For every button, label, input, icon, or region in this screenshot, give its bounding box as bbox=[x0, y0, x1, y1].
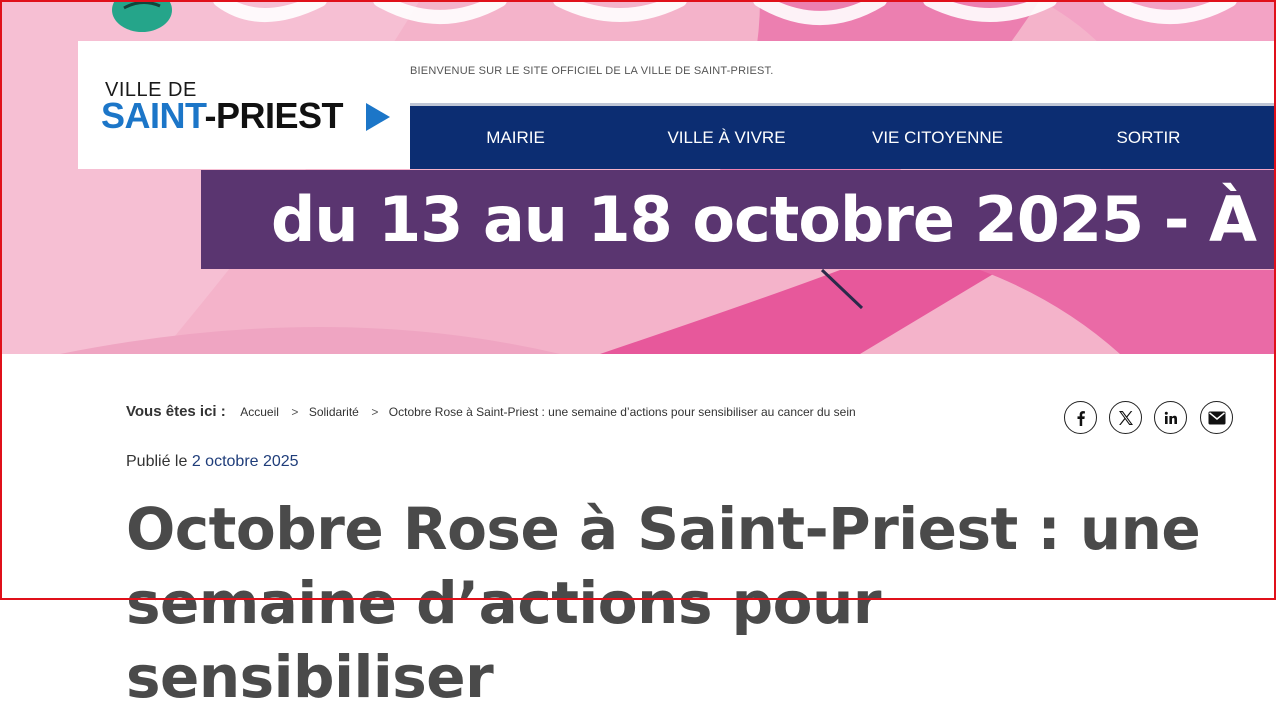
share-x-button[interactable] bbox=[1109, 401, 1142, 434]
logo-part2: -PRIEST bbox=[204, 95, 344, 136]
welcome-text: BIENVENUE SUR LE SITE OFFICIEL DE LA VIL… bbox=[410, 65, 774, 77]
facebook-icon bbox=[1077, 410, 1085, 426]
nav-item-sortir[interactable]: SORTIR bbox=[1043, 106, 1254, 169]
published-date-value: 2 octobre 2025 bbox=[191, 453, 299, 470]
published-date: Publié le 2 octobre 2025 bbox=[126, 453, 299, 471]
hero-date-band: du 13 au 18 octobre 2025 - À SAINT bbox=[201, 170, 1276, 269]
nav-item-ville-a-vivre[interactable]: VILLE À VIVRE bbox=[621, 106, 832, 169]
page-title: Octobre Rose à Saint-Priest : une semain… bbox=[126, 495, 1201, 711]
email-icon bbox=[1208, 411, 1225, 424]
site-logo[interactable]: VILLE DE SAINT-PRIEST bbox=[78, 41, 410, 169]
logo-arrow-icon bbox=[366, 103, 390, 131]
breadcrumb-label: Vous êtes ici : bbox=[126, 403, 226, 420]
published-prefix: Publié le bbox=[126, 453, 188, 470]
share-linkedin-button[interactable] bbox=[1154, 401, 1187, 434]
breadcrumb-link-solidarite[interactable]: Solidarité bbox=[309, 405, 359, 419]
breadcrumb-link-accueil[interactable]: Accueil bbox=[240, 405, 279, 419]
logo-wordmark: SAINT-PRIEST bbox=[101, 95, 344, 137]
breadcrumb: Vous êtes ici : Accueil > Solidarité > O… bbox=[126, 403, 856, 421]
share-email-button[interactable] bbox=[1200, 401, 1233, 434]
nav-item-vie-citoyenne[interactable]: VIE CITOYENNE bbox=[832, 106, 1043, 169]
nav-item-mairie[interactable]: MAIRIE bbox=[410, 106, 621, 169]
share-facebook-button[interactable] bbox=[1064, 401, 1097, 434]
breadcrumb-separator: > bbox=[371, 405, 379, 419]
top-bar: BIENVENUE SUR LE SITE OFFICIEL DE LA VIL… bbox=[410, 41, 1276, 103]
breadcrumb-current: Octobre Rose à Saint-Priest : une semain… bbox=[388, 405, 856, 419]
linkedin-icon bbox=[1164, 411, 1177, 424]
x-icon bbox=[1118, 410, 1133, 425]
main-navigation: MAIRIE VILLE À VIVRE VIE CITOYENNE SORTI… bbox=[410, 103, 1276, 169]
breadcrumb-separator: > bbox=[291, 405, 299, 419]
logo-part1: SAINT bbox=[101, 95, 205, 136]
